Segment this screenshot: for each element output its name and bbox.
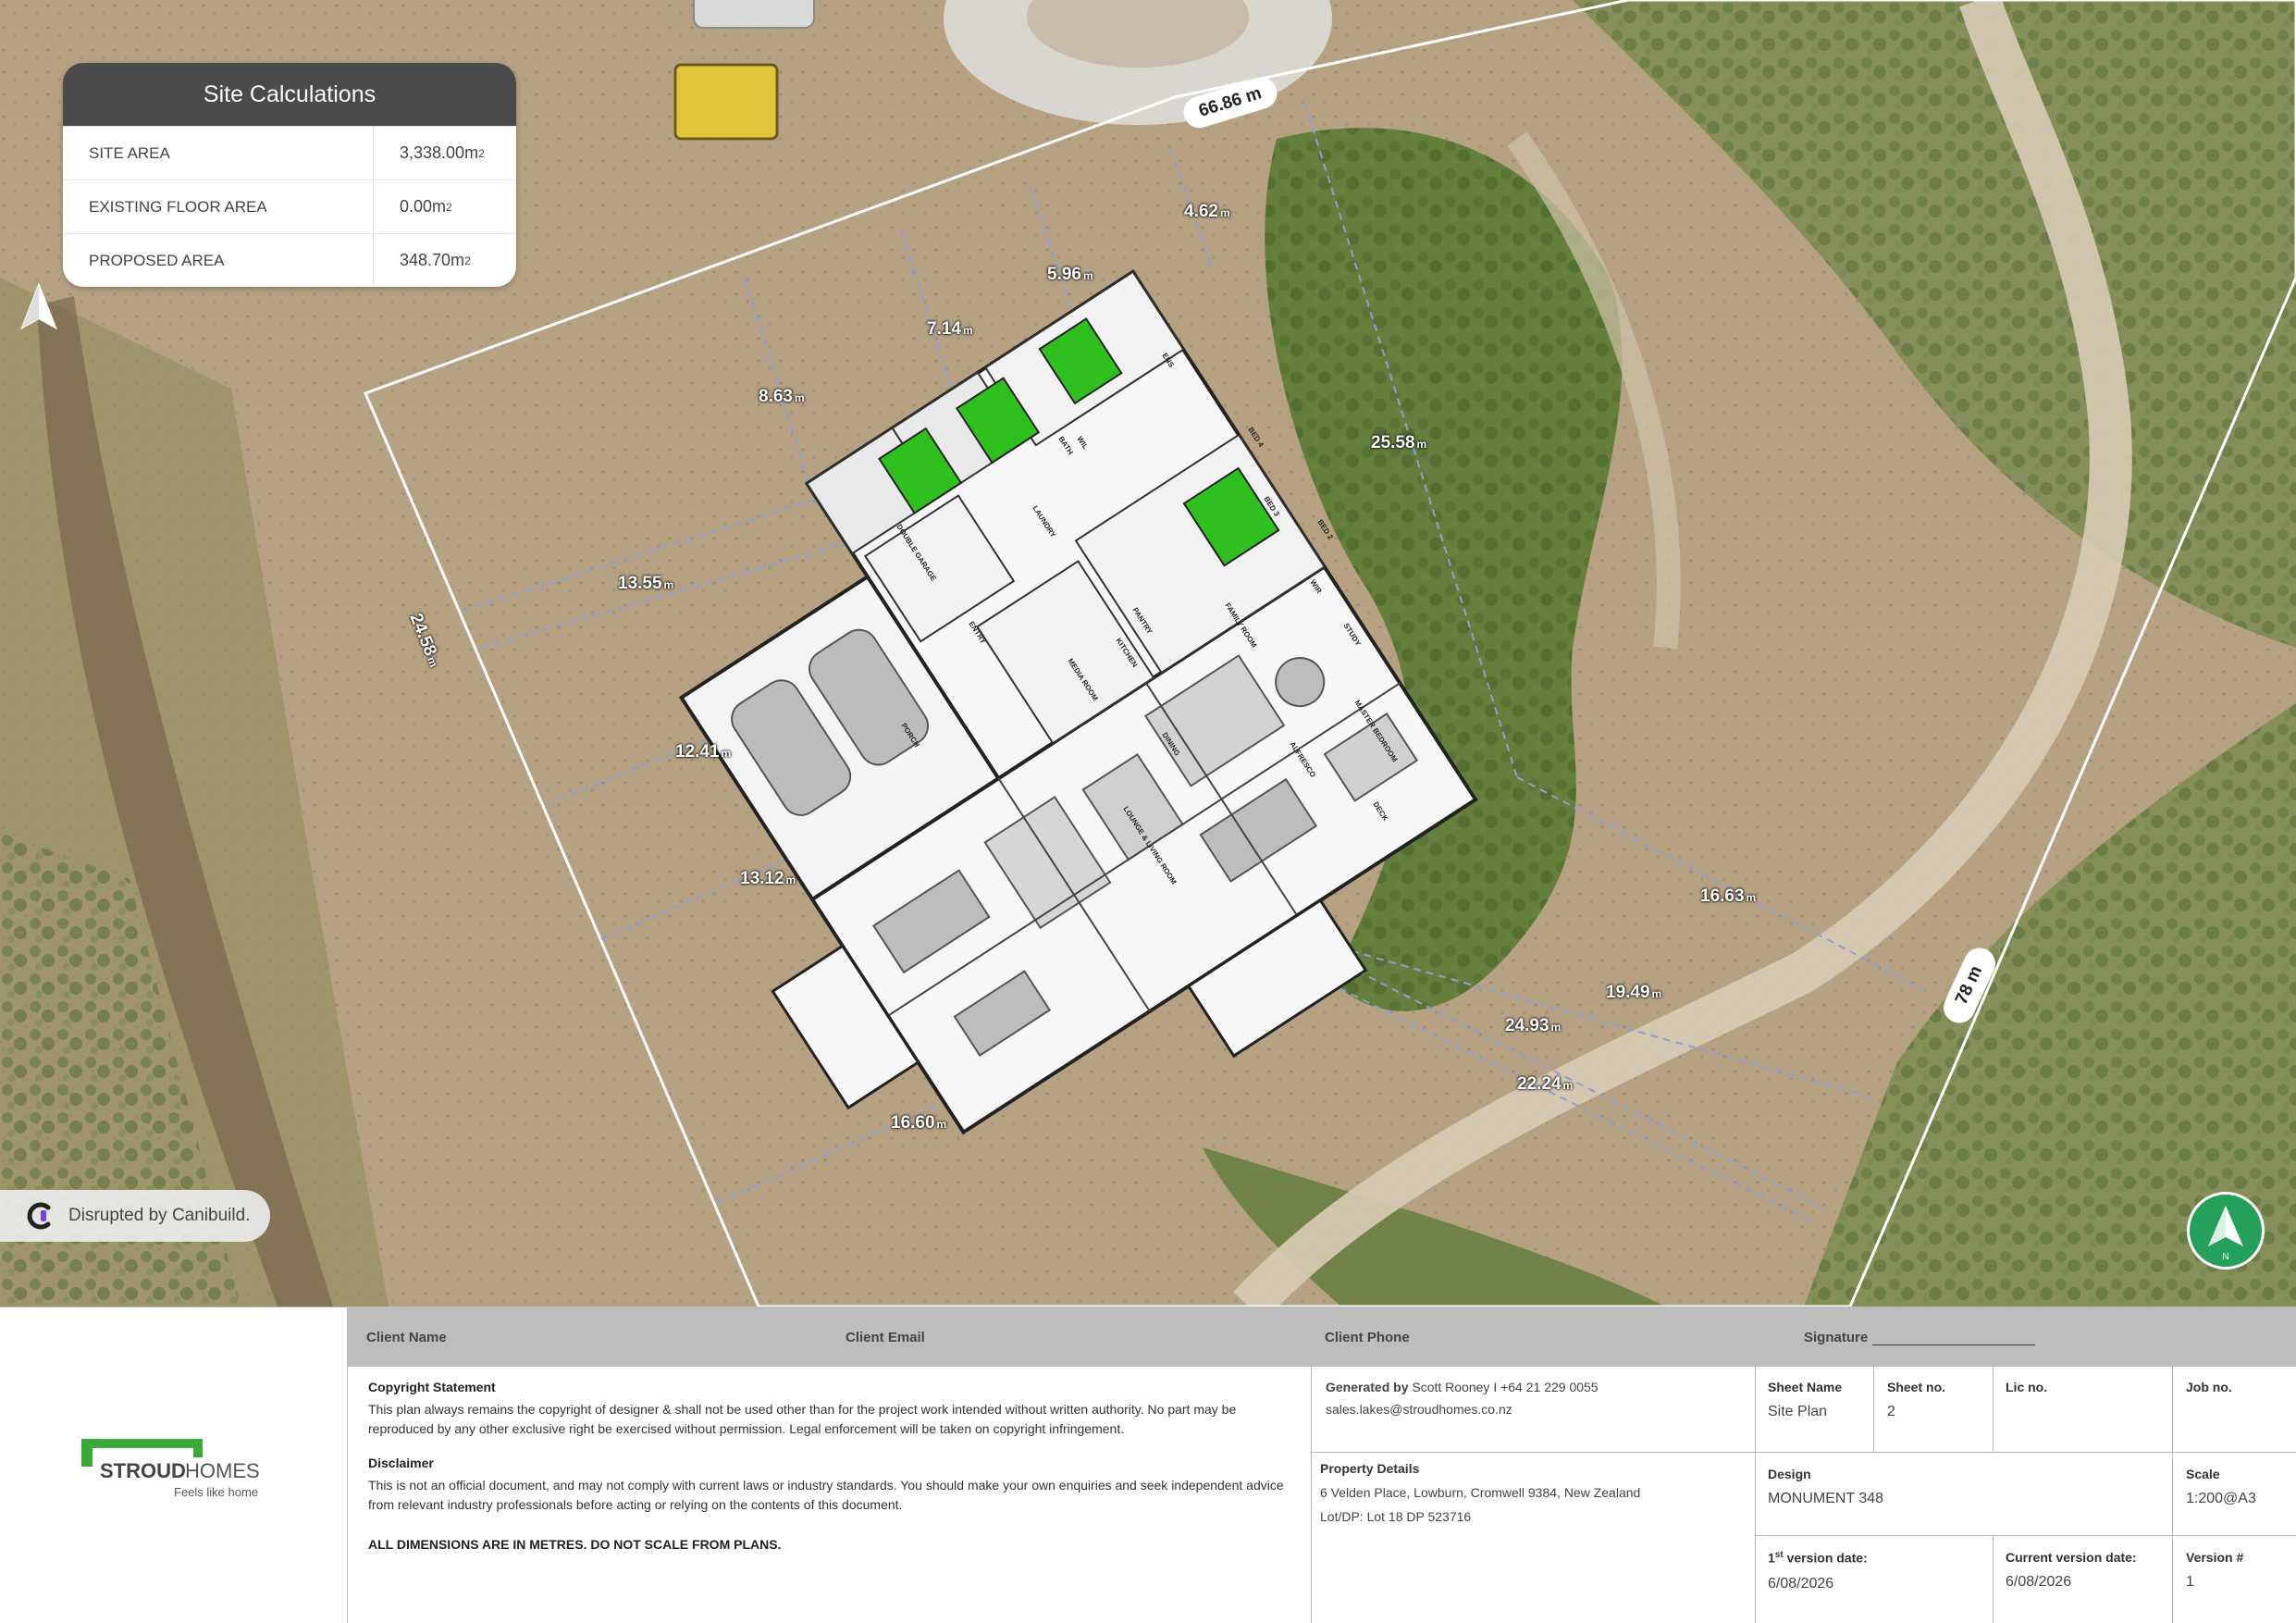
canibuild-logo-icon [27,1202,51,1230]
brand-name-homes: HOMES [185,1459,260,1482]
measurement-label: 13.12 m [740,869,796,888]
site-area-row: SITE AREA 3,338.00m 2 [63,126,516,180]
current-version-label: Current version date: [2006,1550,2137,1565]
site-calculations-title: Site Calculations [63,63,516,126]
measurement-label: 22.24 m [1517,1074,1574,1094]
existing-floor-area-row: EXISTING FLOOR AREA 0.00m 2 [63,180,516,233]
scale-value: 1:200@A3 [2186,1491,2256,1506]
brand-tagline: Feels like home [174,1485,258,1499]
property-lot: Lot/DP: Lot 18 DP 523716 [1320,1509,1472,1524]
divider [2172,1367,2173,1623]
version-label: Version # [2186,1550,2244,1565]
north-label: N [2222,1252,2228,1262]
north-arrow-icon [20,283,57,330]
client-email-label[interactable]: Client Email [846,1330,925,1345]
measurement-label: 24.93 m [1505,1016,1562,1035]
parked-car [693,0,815,29]
design-value: MONUMENT 348 [1768,1491,1884,1506]
measurement-label: 25.58 m [1371,433,1427,452]
yellow-machine [673,63,779,141]
generated-by-label: Generated by [1326,1380,1409,1394]
measurement-label: 16.63 m [1700,886,1757,906]
north-compass-arrow-icon: N [2208,1206,2243,1262]
proposed-area-label: PROPOSED AREA [63,234,374,287]
job-no-label: Job no. [2186,1380,2232,1394]
disclaimer-title: Disclaimer [368,1456,434,1470]
property-address: 6 Velden Place, Lowburn, Cromwell 9384, … [1320,1485,1641,1500]
generated-by-value: Scott Rooney I +64 21 229 0055 [1412,1380,1599,1394]
measurement-label: 8.63 m [759,387,805,406]
measurement-label: 7.14 m [927,319,973,339]
title-block: STROUD HOMES Feels like home Client Name… [0,1307,2296,1623]
sheet-no-value: 2 [1887,1404,1895,1419]
site-area-value: 3,338.00m 2 [400,143,485,162]
site-map[interactable]: DOUBLE GARAGE LAUNDRY BATH ENS BED 4 BED 3 BED… [0,0,2296,1307]
version-value: 1 [2186,1574,2194,1590]
site-calculations-card: Site Calculations SITE AREA 3,338.00m 2 E… [63,63,516,287]
dimensions-note: ALL DIMENSIONS ARE IN METRES. DO NOT SCA… [368,1537,782,1552]
brand-logo-area: STROUD HOMES Feels like home [0,1307,348,1623]
divider [1993,1535,1994,1623]
measurement-label: 4.62 m [1184,202,1230,221]
measurement-label: 16.60 m [891,1113,947,1133]
existing-floor-area-value: 0.00m 2 [400,197,452,216]
first-version-label: 1st version date: [1768,1550,1868,1566]
disclaimer-section: Disclaimer This is not an official docum… [368,1456,1302,1515]
generated-by: Generated by Scott Rooney I +64 21 229 0… [1326,1380,1599,1394]
divider [1311,1367,1312,1623]
copyright-text: This plan always remains the copyright o… [368,1402,1237,1436]
measurement-label: 12.41 m [675,742,732,762]
canibuild-text: Disrupted by Canibuild. [68,1206,251,1225]
divider [1993,1367,1994,1452]
existing-floor-area-label: EXISTING FLOOR AREA [63,180,374,233]
sheet-name-label: Sheet Name [1768,1380,1843,1394]
client-details-bar: Client Name Client Email Client Phone Si… [348,1307,2296,1367]
signature-line[interactable] [1872,1344,2035,1345]
property-details-label: Property Details [1320,1461,1420,1476]
client-name-label[interactable]: Client Name [366,1330,447,1345]
site-area-label: SITE AREA [63,127,374,180]
measurement-label: 19.49 m [1606,983,1662,1002]
sheet-name-value: Site Plan [1768,1404,1828,1419]
measurement-label: 13.55 m [618,574,674,593]
client-phone-label[interactable]: Client Phone [1325,1330,1410,1345]
divider [1755,1535,2296,1536]
generated-email[interactable]: sales.lakes@stroudhomes.co.nz [1326,1402,1512,1417]
canibuild-badge[interactable]: Disrupted by Canibuild. [0,1190,270,1242]
design-label: Design [1768,1467,1811,1481]
copyright-title: Copyright Statement [368,1380,496,1394]
signature-label[interactable]: Signature [1804,1330,1868,1345]
lic-no-label: Lic no. [2006,1380,2048,1394]
sheet-no-label: Sheet no. [1887,1380,1946,1394]
divider [1873,1367,1874,1452]
proposed-area-row: PROPOSED AREA 348.70m 2 [63,233,516,287]
proposed-area-value: 348.70m 2 [400,251,471,269]
divider [1755,1367,1756,1623]
copyright-section: Copyright Statement This plan always rem… [368,1380,1302,1439]
measurement-label: 5.96 m [1047,265,1093,284]
first-version-value: 6/08/2026 [1768,1576,1834,1592]
stroud-homes-logo: STROUD HOMES Feels like home [81,1439,260,1499]
disclaimer-text: This is not an official document, and ma… [368,1478,1284,1512]
divider [1311,1452,2296,1453]
north-compass-icon[interactable]: N [2187,1192,2265,1270]
scale-label: Scale [2186,1467,2220,1481]
brand-name-stroud: STROUD [100,1459,186,1482]
current-version-value: 6/08/2026 [2006,1574,2072,1590]
